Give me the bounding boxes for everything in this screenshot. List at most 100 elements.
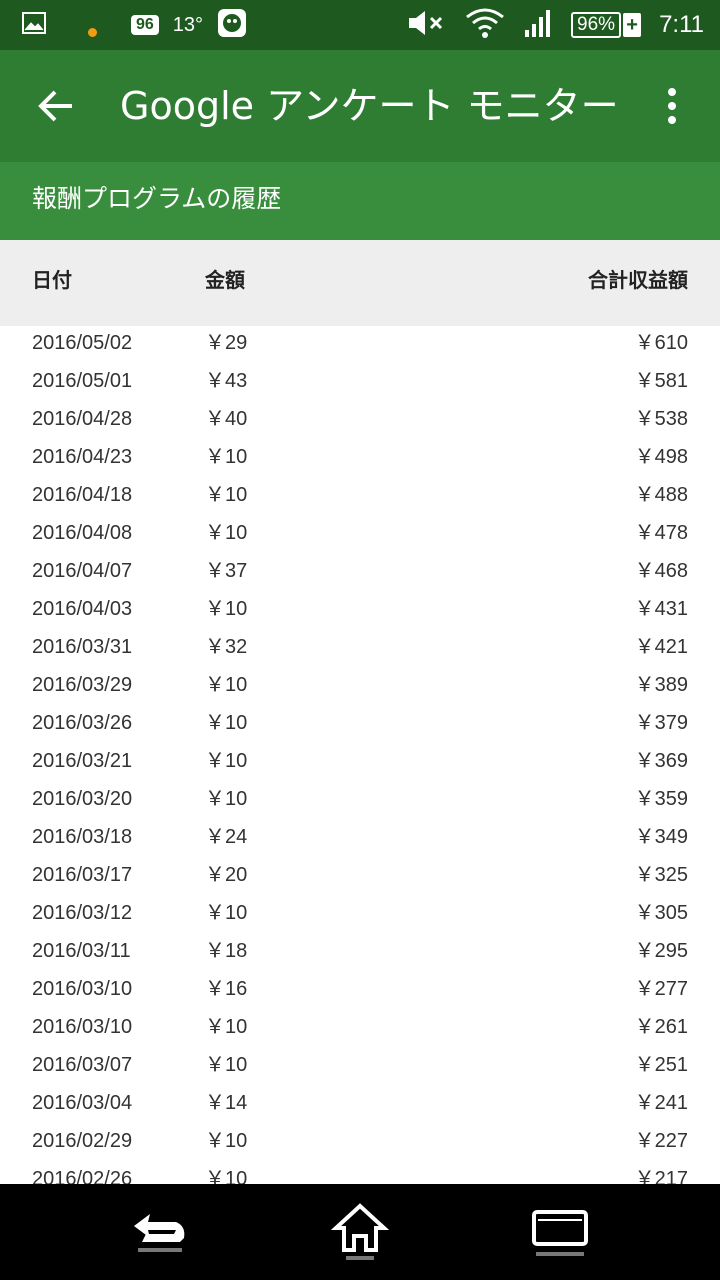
charging-plus-icon: + — [623, 13, 642, 37]
history-list[interactable]: 2016/05/02 ￥29 ￥610 2016/05/01 ￥43 ￥581 2016/0… — [0, 324, 720, 1184]
table-row: 2016/05/01 ￥43 ￥581 — [0, 362, 720, 400]
row-amount: ￥10 — [205, 522, 248, 544]
row-date: 2016/04/08 — [32, 522, 133, 544]
row-date: 2016/04/18 — [32, 484, 133, 506]
row-total: ￥277 — [634, 978, 688, 1000]
app-bar: Google アンケート モニター — [0, 50, 720, 162]
table-header: 日付 金額 合計収益額 — [0, 240, 720, 326]
row-total: ￥610 — [634, 332, 688, 354]
section-header: 報酬プログラムの履歴 — [0, 162, 720, 240]
row-amount: ￥10 — [205, 712, 248, 734]
row-total: ￥421 — [634, 636, 688, 658]
row-total: ￥379 — [634, 712, 688, 734]
row-date: 2016/02/29 — [32, 1130, 133, 1152]
row-date: 2016/03/11 — [32, 940, 131, 962]
row-amount: ￥40 — [205, 408, 248, 430]
row-date: 2016/03/20 — [32, 788, 133, 810]
row-total: ￥305 — [634, 902, 688, 924]
row-amount: ￥14 — [205, 1092, 248, 1114]
section-title: 報酬プログラムの履歴 — [32, 184, 282, 213]
row-amount: ￥10 — [205, 598, 248, 620]
temperature-badge: 96 — [131, 15, 159, 35]
row-date: 2016/03/31 — [32, 636, 133, 658]
row-total: ￥498 — [634, 446, 688, 468]
mute-icon — [407, 8, 447, 42]
row-date: 2016/03/26 — [32, 712, 133, 734]
row-date: 2016/03/10 — [32, 1016, 133, 1038]
table-row: 2016/04/07 ￥37 ￥468 — [0, 552, 720, 590]
nav-back-icon[interactable] — [124, 1196, 196, 1268]
column-header-date: 日付 — [32, 268, 72, 292]
row-date: 2016/03/10 — [32, 978, 133, 1000]
row-date: 2016/03/12 — [32, 902, 133, 924]
row-amount: ￥10 — [205, 484, 248, 506]
row-total: ￥389 — [634, 674, 688, 696]
row-date: 2016/05/01 — [32, 370, 133, 392]
row-amount: ￥29 — [205, 332, 248, 354]
table-row: 2016/04/28 ￥40 ￥538 — [0, 400, 720, 438]
table-row: 2016/04/08 ￥10 ￥478 — [0, 514, 720, 552]
row-total: ￥295 — [634, 940, 688, 962]
row-date: 2016/04/23 — [32, 446, 133, 468]
table-row: 2016/04/03 ￥10 ￥431 — [0, 590, 720, 628]
navigation-bar — [0, 1184, 720, 1280]
row-total: ￥369 — [634, 750, 688, 772]
status-bar: 96 13° 96% + 7:11 — [0, 0, 720, 50]
battery-icon: 96% + — [571, 12, 642, 38]
table-row: 2016/03/12 ￥10 ￥305 — [0, 894, 720, 932]
table-row: 2016/02/29 ￥10 ￥227 — [0, 1122, 720, 1160]
app-icon — [217, 8, 247, 42]
row-date: 2016/03/29 — [32, 674, 133, 696]
table-row: 2016/03/29 ￥10 ￥389 — [0, 666, 720, 704]
table-row: 2016/05/02 ￥29 ￥610 — [0, 324, 720, 362]
notification-dot — [88, 27, 97, 37]
more-vert-icon[interactable] — [648, 80, 696, 132]
table-row: 2016/03/10 ￥10 ￥261 — [0, 1008, 720, 1046]
row-total: ￥325 — [634, 864, 688, 886]
row-amount: ￥18 — [205, 940, 248, 962]
app-title: Google アンケート モニター — [120, 84, 619, 128]
row-total: ￥359 — [634, 788, 688, 810]
row-date: 2016/03/07 — [32, 1054, 133, 1076]
row-amount: ￥10 — [205, 750, 248, 772]
row-total: ￥217 — [634, 1168, 688, 1184]
row-date: 2016/03/21 — [32, 750, 133, 772]
row-amount: ￥43 — [205, 370, 248, 392]
arrow-left-icon[interactable] — [24, 76, 88, 136]
row-total: ￥261 — [634, 1016, 688, 1038]
table-row: 2016/03/07 ￥10 ￥251 — [0, 1046, 720, 1084]
row-total: ￥431 — [634, 598, 688, 620]
column-header-total: 合計収益額 — [588, 268, 688, 292]
table-row: 2016/04/18 ￥10 ￥488 — [0, 476, 720, 514]
row-total: ￥468 — [634, 560, 688, 582]
row-date: 2016/04/03 — [32, 598, 133, 620]
row-amount: ￥10 — [205, 446, 248, 468]
battery-level: 96% — [571, 12, 622, 38]
table-row: 2016/03/26 ￥10 ￥379 — [0, 704, 720, 742]
row-total: ￥538 — [634, 408, 688, 430]
table-row: 2016/03/11 ￥18 ￥295 — [0, 932, 720, 970]
column-header-amount: 金額 — [205, 268, 245, 292]
row-date: 2016/03/18 — [32, 826, 133, 848]
row-date: 2016/04/28 — [32, 408, 133, 430]
row-amount: ￥10 — [205, 1168, 248, 1184]
row-total: ￥349 — [634, 826, 688, 848]
table-row: 2016/04/23 ￥10 ￥498 — [0, 438, 720, 476]
table-row: 2016/03/17 ￥20 ￥325 — [0, 856, 720, 894]
nav-home-icon[interactable] — [324, 1196, 396, 1268]
row-amount: ￥37 — [205, 560, 248, 582]
table-row: 2016/03/18 ￥24 ￥349 — [0, 818, 720, 856]
nav-recent-apps-icon[interactable] — [524, 1196, 596, 1268]
temperature-text: 13° — [172, 13, 204, 36]
table-row: 2016/03/21 ￥10 ￥369 — [0, 742, 720, 780]
row-date: 2016/03/17 — [32, 864, 133, 886]
row-date: 2016/05/02 — [32, 332, 133, 354]
row-date: 2016/04/07 — [32, 560, 133, 582]
row-amount: ￥10 — [205, 902, 248, 924]
table-row: 2016/02/26 ￥10 ￥217 — [0, 1160, 720, 1184]
row-amount: ￥10 — [205, 1054, 248, 1076]
table-row: 2016/03/20 ￥10 ￥359 — [0, 780, 720, 818]
table-row: 2016/03/31 ￥32 ￥421 — [0, 628, 720, 666]
row-amount: ￥32 — [205, 636, 248, 658]
row-date: 2016/02/26 — [32, 1168, 133, 1184]
